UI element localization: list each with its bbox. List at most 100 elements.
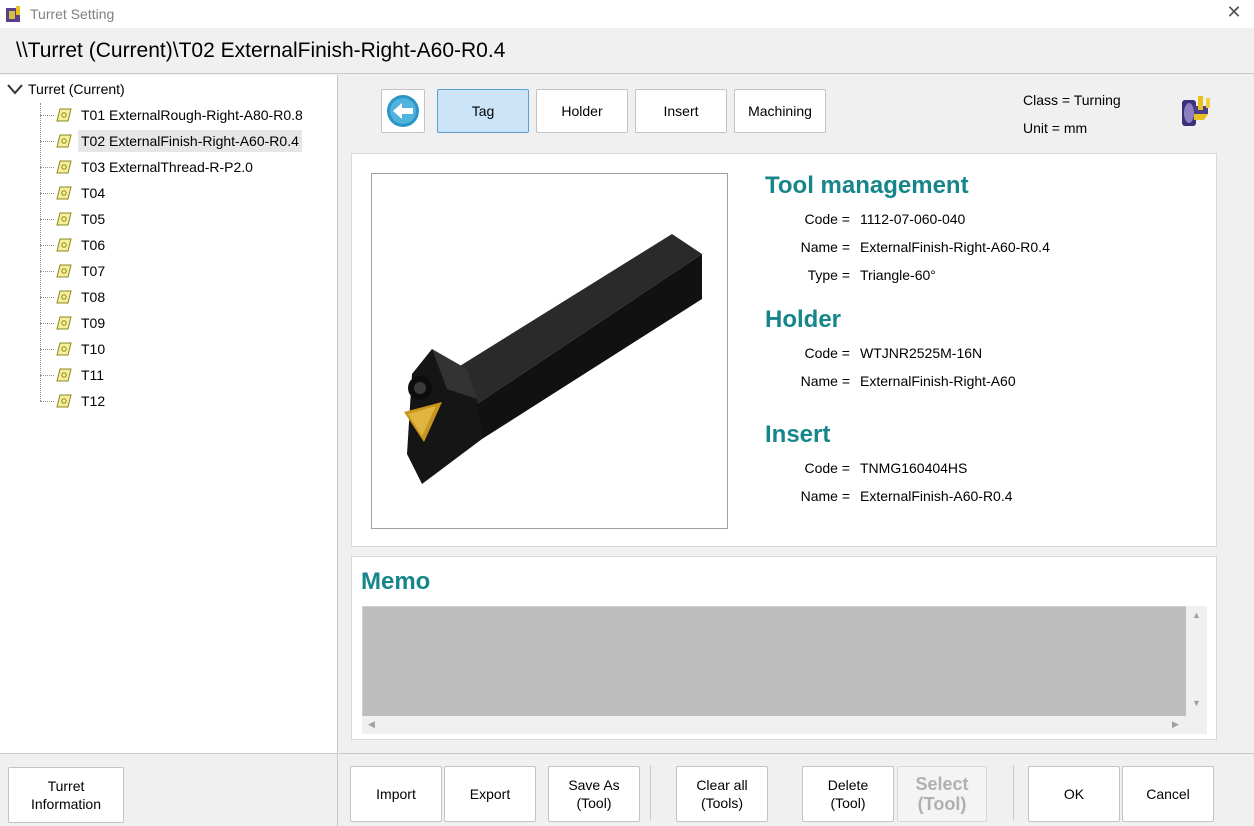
- tree-item-label: T05: [81, 211, 106, 227]
- scroll-left-icon[interactable]: ◀: [368, 719, 375, 730]
- select-label-2: (Tool): [917, 794, 967, 814]
- tab-holder[interactable]: Holder: [536, 89, 628, 133]
- field-key: Name =: [800, 239, 850, 255]
- close-icon[interactable]: ✕: [1224, 2, 1244, 23]
- turret-information-label-1: Turret: [47, 778, 85, 794]
- insert-icon: [56, 134, 72, 148]
- tree-branch-line: [40, 296, 54, 298]
- delete-label-1: Delete: [827, 777, 869, 793]
- holder-name: Name = ExternalFinish-Right-A60: [790, 373, 1016, 389]
- tool-management-title: Tool management: [765, 172, 969, 199]
- insert-icon: [56, 160, 72, 174]
- scroll-up-icon[interactable]: ▲: [1192, 610, 1201, 620]
- tree-item[interactable]: T06: [40, 232, 108, 258]
- tree-item[interactable]: T10: [40, 336, 108, 362]
- holder-code: Code = WTJNR2525M-16N: [790, 345, 982, 361]
- tool-image: [371, 173, 728, 529]
- tree-branch-line: [40, 348, 54, 350]
- tree-item[interactable]: T01 ExternalRough-Right-A80-R0.8: [40, 102, 306, 128]
- window-title: Turret Setting: [30, 6, 115, 22]
- field-value: ExternalFinish-Right-A60-R0.4: [860, 239, 1050, 255]
- tree-root[interactable]: Turret (Current): [6, 81, 125, 97]
- tree-item[interactable]: T09: [40, 310, 108, 336]
- insert-name: Name = ExternalFinish-A60-R0.4: [790, 488, 1013, 504]
- tree-branch-line: [40, 166, 54, 168]
- tree-item[interactable]: T02 ExternalFinish-Right-A60-R0.4: [40, 128, 302, 154]
- delete-label-2: (Tool): [830, 795, 866, 811]
- tree-branch-line: [40, 218, 54, 220]
- tree-item[interactable]: T08: [40, 284, 108, 310]
- breadcrumb-path: \\Turret (Current)\T02 ExternalFinish-Ri…: [0, 28, 1254, 74]
- field-key: Name =: [800, 373, 850, 389]
- turret-information-label-2: Information: [30, 796, 102, 812]
- cancel-button[interactable]: Cancel: [1122, 766, 1214, 822]
- insert-icon: [56, 238, 72, 252]
- field-key: Code =: [804, 345, 850, 361]
- tree-item-label: T09: [81, 315, 106, 331]
- insert-icon: [56, 264, 72, 278]
- tree-item[interactable]: T12: [40, 388, 108, 414]
- tree-item[interactable]: T11: [40, 362, 107, 388]
- tree-branch-line: [40, 114, 54, 116]
- field-key: Code =: [804, 211, 850, 227]
- scroll-down-icon[interactable]: ▼: [1192, 698, 1201, 708]
- tree-branch-line: [40, 192, 54, 194]
- select-tool-button[interactable]: Select (Tool): [897, 766, 987, 822]
- tree-item-label: T03 ExternalThread-R-P2.0: [81, 159, 253, 175]
- tree-branch-line: [40, 400, 54, 402]
- insert-icon: [56, 290, 72, 304]
- tree-item-label: T06: [81, 237, 106, 253]
- field-value: TNMG160404HS: [860, 460, 968, 476]
- turning-tool-picture: [404, 234, 702, 484]
- turret-tree: Turret (Current) T01 ExternalRough-Right…: [0, 75, 338, 753]
- tab-machining[interactable]: Machining: [734, 89, 826, 133]
- tree-item-label: T11: [81, 367, 105, 383]
- insert-icon: [56, 212, 72, 226]
- save-as-label-2: (Tool): [576, 795, 612, 811]
- field-key: Name =: [800, 488, 850, 504]
- tree-item[interactable]: T04: [40, 180, 108, 206]
- button-separator: [650, 765, 651, 820]
- ok-button[interactable]: OK: [1028, 766, 1120, 822]
- import-button[interactable]: Import: [350, 766, 442, 822]
- turret-information-button[interactable]: Turret Information: [8, 767, 124, 823]
- scroll-right-icon[interactable]: ▶: [1172, 719, 1179, 730]
- back-arrow-icon: [387, 95, 419, 127]
- button-separator: [1013, 765, 1014, 820]
- delete-tool-button[interactable]: Delete (Tool): [802, 766, 894, 822]
- insert-icon: [56, 108, 72, 122]
- tree-item-label: T02 ExternalFinish-Right-A60-R0.4: [78, 130, 302, 152]
- tree-item-label: T08: [81, 289, 106, 305]
- field-key: Type =: [807, 267, 850, 283]
- export-button[interactable]: Export: [444, 766, 536, 822]
- insert-title: Insert: [765, 421, 831, 448]
- memo-title: Memo: [361, 568, 431, 595]
- memo-vertical-scrollbar[interactable]: ▲ ▼: [1186, 606, 1207, 716]
- tab-tag[interactable]: Tag: [437, 89, 529, 133]
- field-value: WTJNR2525M-16N: [860, 345, 983, 361]
- tree-branch-line: [40, 270, 54, 272]
- tool-management-type: Type = Triangle-60°: [790, 267, 936, 283]
- tab-insert[interactable]: Insert: [635, 89, 727, 133]
- memo-textarea[interactable]: [362, 606, 1207, 734]
- class-label: Class = Turning: [1023, 92, 1121, 108]
- field-value: ExternalFinish-A60-R0.4: [860, 488, 1013, 504]
- memo-horizontal-scrollbar[interactable]: ◀ ▶: [362, 716, 1186, 734]
- turret-app-icon: [6, 6, 20, 22]
- tool-management-name: Name = ExternalFinish-Right-A60-R0.4: [790, 239, 1050, 255]
- field-key: Code =: [804, 460, 850, 476]
- back-button[interactable]: [381, 89, 425, 133]
- tree-item[interactable]: T03 ExternalThread-R-P2.0: [40, 154, 256, 180]
- tree-branch-line: [40, 140, 54, 142]
- tree-item[interactable]: T07: [40, 258, 108, 284]
- tree-item[interactable]: T05: [40, 206, 108, 232]
- tool-management-code: Code = 1112-07-060-040: [790, 211, 965, 227]
- save-as-tool-button[interactable]: Save As (Tool): [548, 766, 640, 822]
- field-value: 1112-07-060-040: [860, 211, 966, 227]
- turret-icon[interactable]: [1178, 92, 1216, 130]
- chevron-down-icon[interactable]: [6, 81, 24, 97]
- clear-all-tools-button[interactable]: Clear all (Tools): [676, 766, 768, 822]
- tree-item-label: T10: [81, 341, 106, 357]
- save-as-label-1: Save As: [568, 777, 620, 793]
- class-info: Class = Turning Unit = mm: [1023, 86, 1121, 142]
